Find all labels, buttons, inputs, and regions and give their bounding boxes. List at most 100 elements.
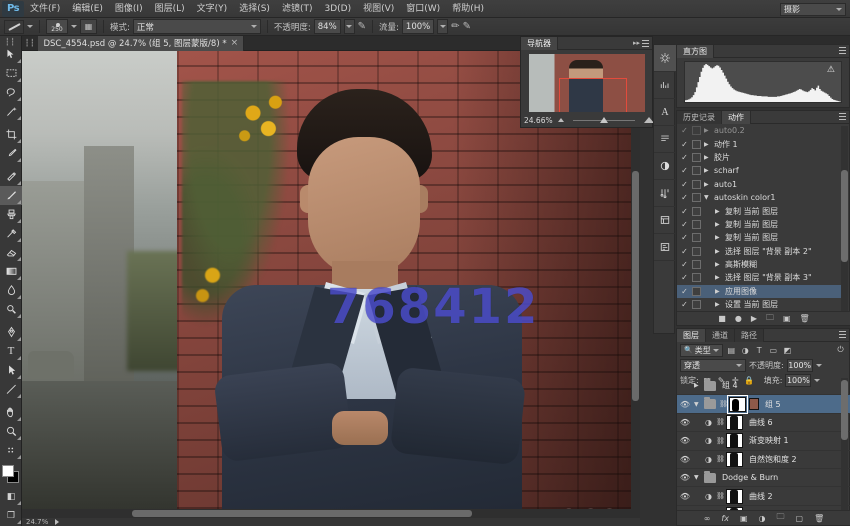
navigator-view-box[interactable] xyxy=(559,78,627,112)
layer-visibility-toggle[interactable]: 👁 xyxy=(679,400,691,409)
new-set-icon[interactable]: 🗀 xyxy=(766,312,774,326)
blend-mode-select[interactable]: 正常 xyxy=(133,19,261,34)
action-dialog-toggle[interactable] xyxy=(692,166,701,175)
scrollbar-thumb[interactable] xyxy=(841,380,848,440)
brush-panel-toggle[interactable]: ▦ xyxy=(80,19,97,34)
layer-mask-thumbnail[interactable] xyxy=(726,415,743,430)
histogram-dock-icon[interactable] xyxy=(654,45,676,72)
adjustment-layer-icon[interactable]: ◑ xyxy=(704,455,713,464)
action-dialog-toggle[interactable] xyxy=(692,126,701,135)
gradient-tool[interactable] xyxy=(0,262,22,281)
link-icon[interactable]: ⛓ xyxy=(716,437,723,445)
zoom-out-icon[interactable] xyxy=(558,118,564,122)
menu-item-1[interactable]: 编辑(E) xyxy=(66,1,109,17)
action-row[interactable]: ✓▶胶片 xyxy=(677,151,843,164)
opacity-chevron-icon[interactable] xyxy=(816,364,822,367)
layer-mask-thumbnail[interactable] xyxy=(729,397,746,412)
layer-opacity-input[interactable]: 100% xyxy=(787,359,813,372)
brush-size-chevron-icon[interactable] xyxy=(71,25,77,28)
opacity-input[interactable]: 84% xyxy=(314,19,341,34)
new-group-icon[interactable]: 🗀 xyxy=(777,511,785,525)
tab-layers[interactable]: 图层 xyxy=(677,329,706,342)
adjustment-filter-icon[interactable]: ◑ xyxy=(740,345,751,356)
disclosure-triangle-icon[interactable]: ▶ xyxy=(704,141,711,148)
action-row[interactable]: ✓▶动作 1 xyxy=(677,137,843,150)
action-dialog-toggle[interactable] xyxy=(692,180,701,189)
action-dialog-toggle[interactable] xyxy=(692,233,701,242)
layer-row[interactable]: 👁◑⛓自然饱和度 2 xyxy=(677,451,850,469)
menu-item-7[interactable]: 3D(D) xyxy=(318,1,357,17)
tab-histogram[interactable]: 直方图 xyxy=(677,45,714,58)
tab-history[interactable]: 历史记录 xyxy=(677,111,722,124)
status-chevron-icon[interactable] xyxy=(55,519,59,525)
disclosure-triangle-icon[interactable]: ▶ xyxy=(715,261,722,268)
canvas-horizontal-scrollbar[interactable] xyxy=(22,509,640,518)
action-row[interactable]: ✓▶复制 当前 图层 xyxy=(677,218,843,231)
action-row[interactable]: ✓▶选择 图层 "背景 副本 2" xyxy=(677,245,843,258)
scrollbar-thumb[interactable] xyxy=(132,510,472,517)
color-swatches[interactable] xyxy=(0,463,22,487)
layer-row[interactable]: 👁◑⛓曲线 6 xyxy=(677,414,850,432)
layers-scrollbar[interactable] xyxy=(841,378,848,510)
blur-tool[interactable] xyxy=(0,281,22,300)
menu-item-10[interactable]: 帮助(H) xyxy=(446,1,490,17)
tabbar-grip[interactable]: ┇┇ xyxy=(22,40,38,46)
adjustment-layer-icon[interactable]: ◑ xyxy=(704,418,713,427)
history-brush-tool[interactable] xyxy=(0,224,22,243)
adjustment-layer-icon[interactable]: ◑ xyxy=(759,514,766,523)
new-layer-icon[interactable]: ▢ xyxy=(796,514,804,523)
adjustment-layer-icon[interactable]: ◑ xyxy=(704,436,713,445)
brush-tool[interactable] xyxy=(0,186,22,205)
navigator-zoom-slider[interactable] xyxy=(573,120,635,121)
action-row[interactable]: ✓▶选择 图层 "背景 副本 3" xyxy=(677,271,843,284)
action-dialog-toggle[interactable] xyxy=(692,140,701,149)
healing-brush-tool[interactable] xyxy=(0,167,22,186)
adjustments-dock-icon[interactable] xyxy=(654,153,676,180)
workspace-selector[interactable]: 摄影 xyxy=(780,3,846,16)
flow-stepper[interactable] xyxy=(437,19,448,34)
paragraph-dock-icon[interactable] xyxy=(654,126,676,153)
scrollbar-thumb[interactable] xyxy=(841,170,848,262)
layer-row[interactable]: 👁▼Dodge & Burn xyxy=(677,469,850,487)
play-selection-icon[interactable]: ▶ xyxy=(751,314,757,323)
layer-blend-mode-select[interactable]: 穿透 xyxy=(680,359,746,372)
menu-item-4[interactable]: 文字(Y) xyxy=(191,1,234,17)
eyedropper-tool[interactable] xyxy=(0,144,22,163)
action-row[interactable]: ✓▶设置 当前 图层 xyxy=(677,298,843,311)
action-row[interactable]: ✓▶scharf xyxy=(677,164,843,177)
action-dialog-toggle[interactable] xyxy=(692,153,701,162)
begin-recording-icon[interactable]: ● xyxy=(735,314,742,323)
histogram-panel-menu[interactable] xyxy=(839,47,846,54)
action-dialog-toggle[interactable] xyxy=(692,207,701,216)
actions-scrollbar[interactable] xyxy=(841,126,848,312)
pixel-filter-icon[interactable]: ▤ xyxy=(726,345,737,356)
action-row[interactable]: ✓▶auto0.2 xyxy=(677,124,843,137)
menu-item-2[interactable]: 图像(I) xyxy=(109,1,149,17)
disclosure-triangle-icon[interactable]: ▶ xyxy=(715,274,722,281)
delete-action-icon[interactable]: 🗑 xyxy=(800,314,810,323)
quick-mask-button[interactable]: ◧ xyxy=(0,487,22,506)
action-enabled-checkbox[interactable]: ✓ xyxy=(680,166,689,175)
action-enabled-checkbox[interactable]: ✓ xyxy=(680,287,689,296)
marquee-tool[interactable] xyxy=(0,64,22,83)
collapse-icon[interactable]: ▸▸ xyxy=(633,39,640,47)
layers-panel-menu[interactable] xyxy=(839,331,846,338)
action-dialog-toggle[interactable] xyxy=(692,273,701,282)
panel-menu-icon[interactable] xyxy=(839,331,846,338)
action-row[interactable]: ✓▶应用图像 xyxy=(677,285,843,298)
disclosure-triangle-icon[interactable]: ▶ xyxy=(715,301,722,308)
layer-row[interactable]: ▶组 4 xyxy=(677,377,850,395)
action-row[interactable]: ✓▶auto1 xyxy=(677,178,843,191)
layer-visibility-toggle[interactable]: 👁 xyxy=(679,492,691,501)
action-enabled-checkbox[interactable]: ✓ xyxy=(680,207,689,216)
dodge-tool[interactable] xyxy=(0,300,22,319)
action-dialog-toggle[interactable] xyxy=(692,300,701,309)
crop-tool[interactable] xyxy=(0,125,22,144)
shape-tool[interactable] xyxy=(0,380,22,399)
tab-channels[interactable]: 通道 xyxy=(706,329,735,342)
layer-row[interactable]: 👁▼⛓组 5 xyxy=(677,395,850,413)
action-row[interactable]: ✓▶复制 当前 图层 xyxy=(677,231,843,244)
panel-menu-icon[interactable] xyxy=(839,47,846,54)
tab-paths[interactable]: 路径 xyxy=(735,329,764,342)
layer-visibility-toggle[interactable]: 👁 xyxy=(679,436,691,445)
